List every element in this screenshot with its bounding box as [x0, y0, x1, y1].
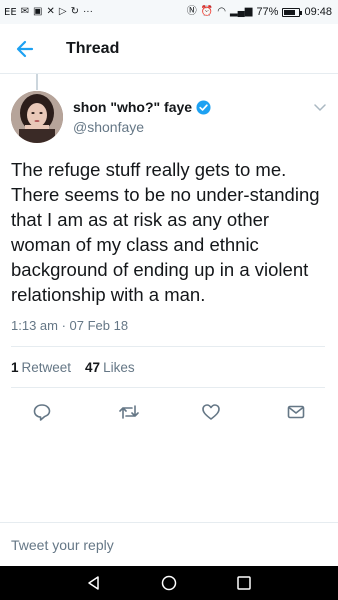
tweet-stats: 1 Retweet 47 Likes [11, 360, 135, 375]
system-navigation-bar [0, 566, 338, 600]
tweet-options-button[interactable] [314, 99, 326, 117]
verified-badge-icon [196, 99, 211, 115]
retweet-icon [119, 405, 139, 419]
likes-count: 47 [85, 360, 101, 375]
handle: @shonfaye [73, 119, 145, 135]
likes-stat[interactable]: 47 Likes [85, 360, 135, 375]
nav-home-button[interactable] [159, 573, 179, 593]
tweet-timestamp[interactable]: 1:13 am · 07 Feb 18 [11, 318, 128, 333]
nav-back-button[interactable] [84, 573, 104, 593]
tweet-actions [0, 398, 338, 426]
nav-recents-button[interactable] [234, 573, 254, 593]
avatar-portrait-icon [11, 91, 63, 143]
clock: 09:48 [304, 6, 332, 18]
retweets-label: Retweet [21, 360, 72, 375]
back-button[interactable] [0, 24, 50, 74]
more-notifications-icon: ··· [82, 6, 93, 17]
envelope-icon [287, 405, 305, 419]
display-name-row: shon "who?" faye [73, 99, 211, 115]
avatar[interactable] [11, 91, 63, 143]
triangle-back-icon [88, 576, 99, 590]
image-icon: ▣ [33, 6, 43, 17]
heart-icon [202, 404, 220, 420]
tools-icon: ✕ [46, 6, 55, 17]
divider [11, 346, 325, 347]
nfc-icon: Ⓝ [186, 6, 197, 17]
sync-icon: ↻ [70, 6, 79, 17]
retweet-button[interactable] [115, 398, 143, 426]
reply-icon [33, 404, 51, 421]
app-header: Thread [0, 24, 338, 74]
divider [11, 387, 325, 388]
battery-percent: 77% [256, 6, 279, 18]
tweet-author[interactable]: shon "who?" faye @shonfaye [73, 99, 211, 135]
carrier-label: EE [4, 6, 17, 18]
reply-button[interactable] [28, 398, 56, 426]
reply-bar: Tweet your reply [0, 522, 338, 566]
thread-connector-line [36, 74, 38, 90]
likes-label: Likes [103, 360, 135, 375]
signal-icon: ▂▄▆ [229, 6, 253, 17]
status-left: EE ✉ ▣ ✕ ▷ ↻ ··· [4, 7, 93, 18]
status-bar: EE ✉ ▣ ✕ ▷ ↻ ··· Ⓝ ⏰ ◠ ▂▄▆ 77% 09:48 [0, 0, 338, 24]
status-right: Ⓝ ⏰ ◠ ▂▄▆ 77% 09:48 [187, 6, 332, 18]
reply-input[interactable]: Tweet your reply [11, 537, 114, 553]
alarm-icon: ⏰ [200, 6, 214, 17]
display-name: shon "who?" faye [73, 99, 193, 115]
share-via-message-button[interactable] [282, 398, 310, 426]
play-icon: ▷ [58, 6, 67, 17]
battery-fill [284, 9, 296, 15]
page-title: Thread [66, 39, 120, 57]
retweets-count: 1 [11, 360, 19, 375]
wifi-icon: ◠ [217, 6, 226, 17]
back-arrow-icon [16, 40, 34, 57]
mail-icon: ✉ [20, 6, 30, 17]
square-recents-icon [237, 576, 251, 590]
chevron-down-icon [314, 104, 326, 112]
tweet-text: The refuge stuff really gets to me. Ther… [11, 159, 320, 305]
like-button[interactable] [197, 398, 225, 426]
circle-home-icon [161, 575, 177, 591]
battery-icon [282, 7, 303, 17]
retweets-stat[interactable]: 1 Retweet [11, 360, 71, 375]
